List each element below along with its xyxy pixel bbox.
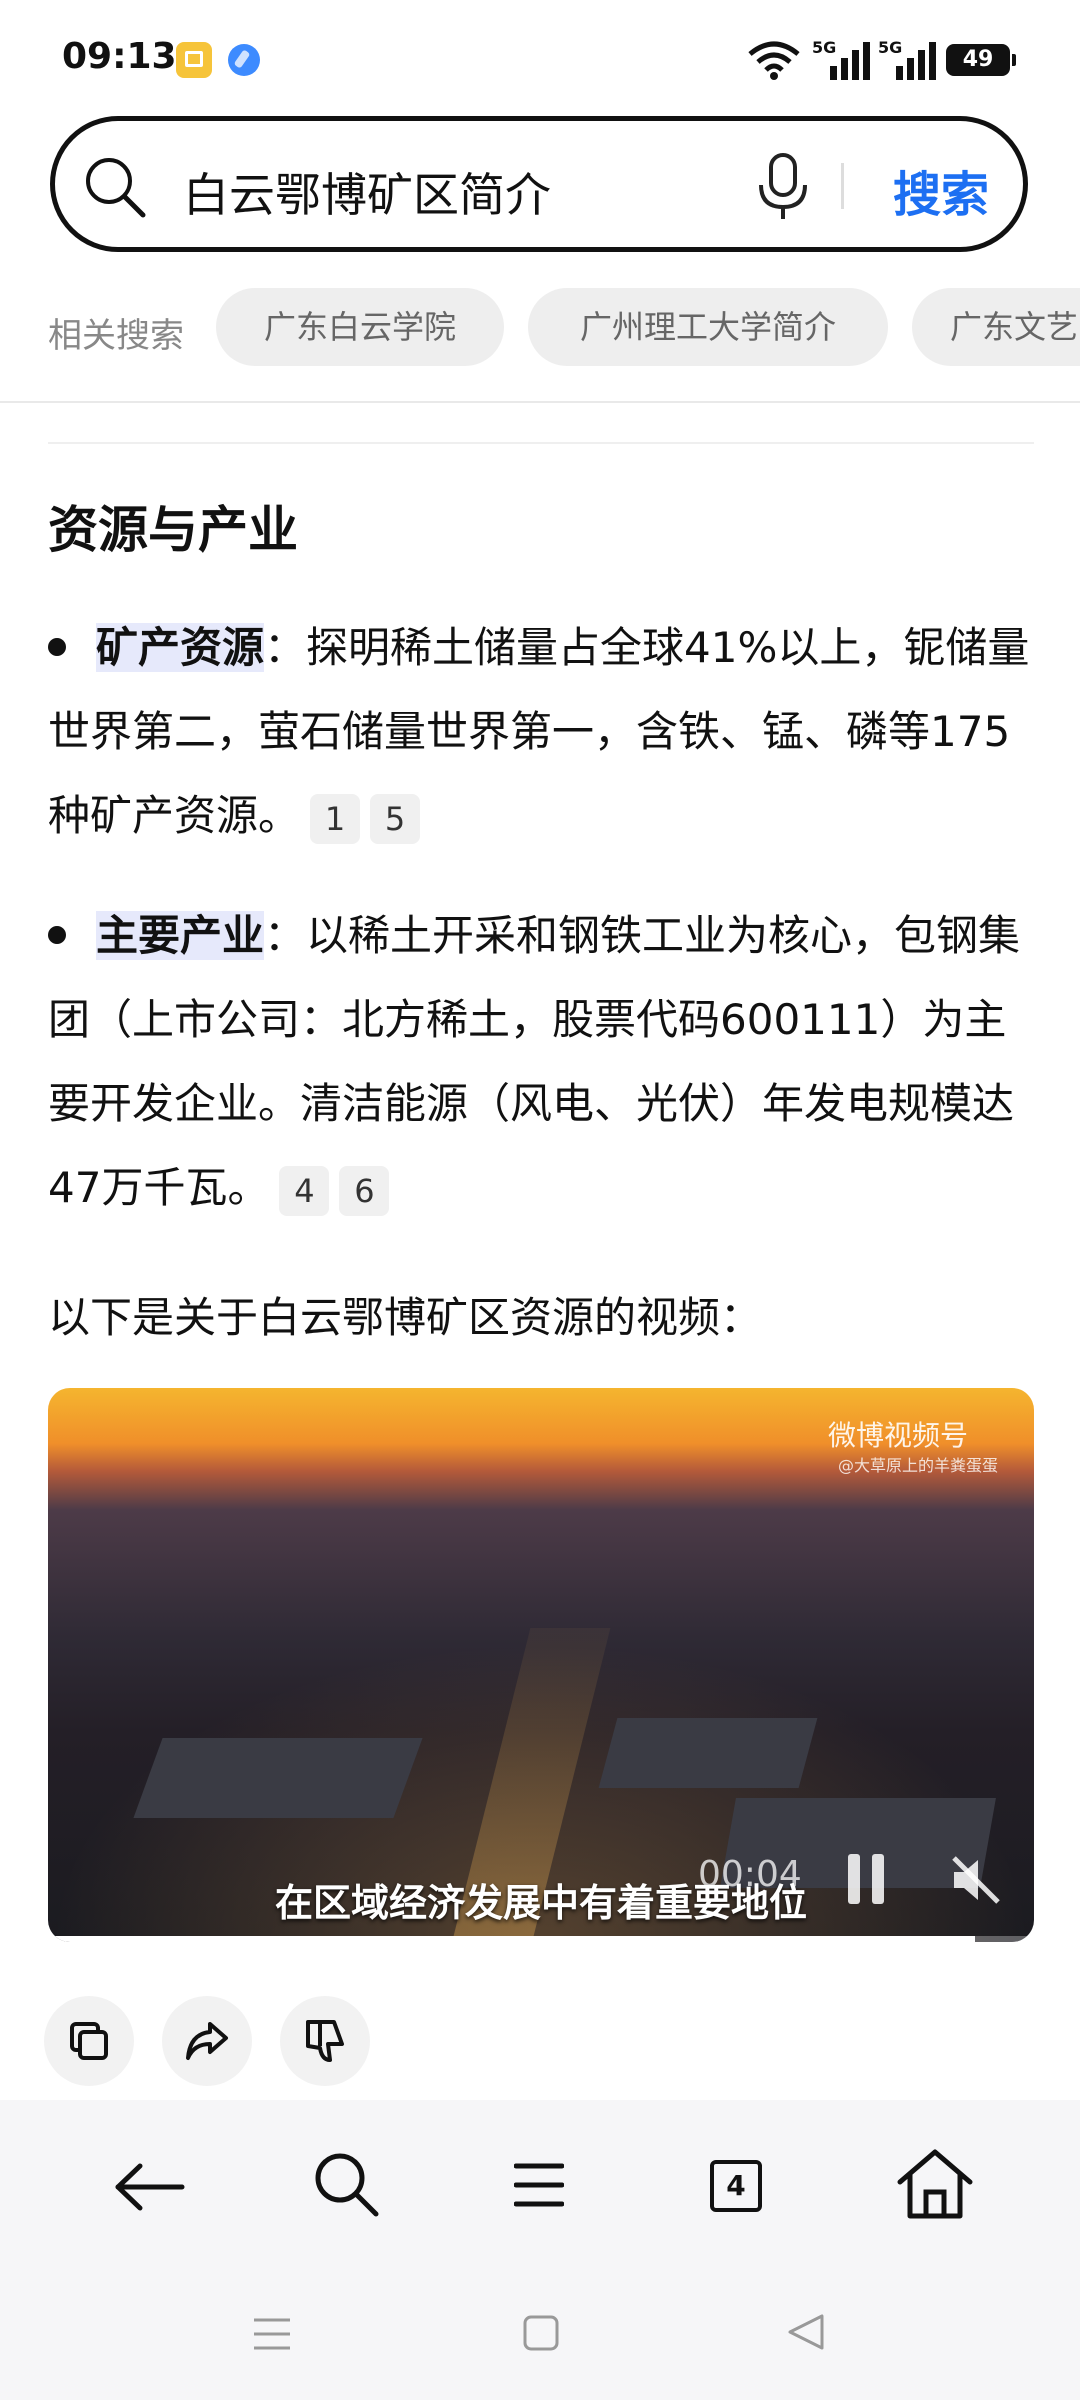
video-scene <box>598 1718 818 1788</box>
bullet-mineral-resources: 矿产资源：探明稀土储量占全球41%以上，铌储量世界第二，萤石储量世界第一，含铁、… <box>48 606 1038 858</box>
citation-badge[interactable]: 6 <box>339 1165 390 1216</box>
menu-icon <box>513 2162 565 2212</box>
tabs-button[interactable]: 4 <box>690 2140 780 2230</box>
copy-button[interactable] <box>44 1996 134 2086</box>
video-progress-fill <box>48 1936 975 1942</box>
battery-icon: 49 <box>946 44 1016 76</box>
back-button[interactable] <box>104 2140 194 2230</box>
home-square-icon <box>522 2314 560 2356</box>
bullet-main-industry: 主要产业：以稀土开采和钢铁工业为核心，包钢集团（上市公司：北方稀土，股票代码60… <box>48 894 1038 1230</box>
related-chip[interactable]: 广东文艺 <box>912 288 1080 366</box>
related-chip[interactable]: 广东白云学院 <box>216 288 504 366</box>
bottom-toolbar: 4 <box>0 2100 1080 2400</box>
video-scene <box>133 1738 423 1818</box>
video-progress-bar[interactable] <box>48 1936 1034 1942</box>
search-bar[interactable]: 白云鄂博矿区简介 搜索 <box>50 116 1028 252</box>
share-icon <box>184 2020 230 2066</box>
related-searches-label: 相关搜索 <box>48 316 184 356</box>
divider <box>0 401 1080 403</box>
search-icon <box>312 2150 382 2224</box>
copy-icon <box>68 2020 110 2066</box>
home-nav[interactable] <box>510 2300 570 2360</box>
citation-badge[interactable]: 5 <box>370 793 421 844</box>
term-highlight[interactable]: 矿产资源 <box>96 623 265 672</box>
video-player[interactable]: 微博视频号 @大草原上的羊粪蛋蛋 00:04 在区域经济发展中有着重要地位 <box>48 1388 1034 1942</box>
recent-apps-nav[interactable] <box>242 2300 302 2360</box>
home-button[interactable] <box>890 2140 980 2230</box>
browser-app-notification-icon <box>228 44 260 76</box>
share-button[interactable] <box>162 1996 252 2086</box>
video-intro-text: 以下是关于白云鄂博矿区资源的视频： <box>48 1293 763 1342</box>
video-caption: 在区域经济发展中有着重要地位 <box>274 1880 807 1925</box>
notes-app-notification-icon <box>176 42 212 78</box>
bullet-dot <box>48 637 66 656</box>
search-icon <box>83 155 147 223</box>
dislike-button[interactable] <box>280 1996 370 2086</box>
back-arrow-icon <box>112 2162 186 2216</box>
home-icon <box>896 2146 974 2226</box>
wifi-icon <box>746 40 802 84</box>
cell-signal-1-icon: 5G <box>812 38 870 80</box>
search-tool-button[interactable] <box>300 2140 390 2230</box>
citation-badge[interactable]: 4 <box>279 1165 330 1216</box>
cell-signal-2-icon: 5G <box>878 38 936 80</box>
term-highlight[interactable]: 主要产业 <box>96 911 265 960</box>
status-bar: 09:13 5G 5G 49 <box>0 0 1080 110</box>
microphone-icon[interactable] <box>755 151 811 227</box>
video-watermark: 微博视频号 <box>828 1419 969 1452</box>
search-divider <box>841 163 844 209</box>
recent-apps-icon <box>252 2316 292 2356</box>
menu-button[interactable] <box>494 2140 584 2230</box>
related-searches: 相关搜索 广东白云学院 广州理工大学简介 广东文艺 <box>0 288 1080 368</box>
thumbs-down-icon <box>304 2018 348 2070</box>
divider <box>48 442 1034 444</box>
video-watermark-sub: @大草原上的羊粪蛋蛋 <box>838 1456 999 1475</box>
search-input[interactable]: 白云鄂博矿区简介 <box>183 159 551 225</box>
bullet-dot <box>48 925 66 944</box>
section-title: 资源与产业 <box>48 501 298 559</box>
search-button[interactable]: 搜索 <box>893 155 989 225</box>
related-chip[interactable]: 广州理工大学简介 <box>528 288 888 366</box>
tabs-count: 4 <box>710 2160 762 2212</box>
back-triangle-icon <box>786 2312 826 2356</box>
status-time: 09:13 <box>62 36 177 77</box>
back-nav[interactable] <box>776 2300 836 2360</box>
citation-badge[interactable]: 1 <box>310 793 361 844</box>
